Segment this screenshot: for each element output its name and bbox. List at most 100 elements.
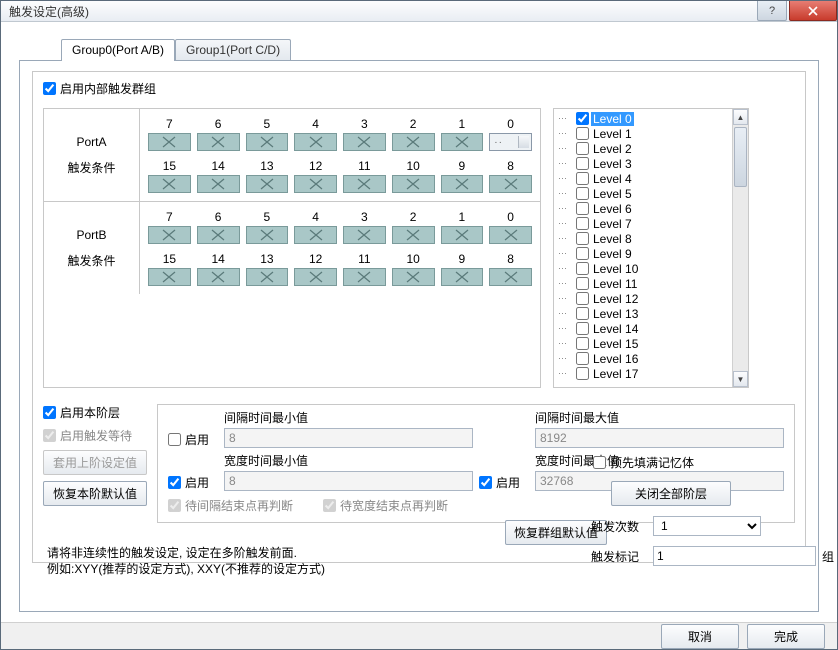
- close-all-levels-button[interactable]: 关闭全部阶层: [611, 481, 731, 506]
- finish-button[interactable]: 完成: [747, 624, 825, 649]
- interval-min-enable-input[interactable]: [168, 433, 181, 446]
- level-label[interactable]: Level 0: [591, 112, 634, 126]
- level-label[interactable]: Level 11: [591, 277, 639, 291]
- level-label[interactable]: Level 6: [591, 202, 634, 216]
- bit-cell[interactable]: [489, 226, 532, 244]
- level-item[interactable]: ⋯Level 14: [556, 321, 730, 336]
- enable-level-checkbox[interactable]: 启用本阶层: [43, 404, 147, 421]
- level-checkbox[interactable]: [576, 292, 589, 305]
- level-checkbox[interactable]: [576, 112, 589, 125]
- level-item[interactable]: ⋯Level 3: [556, 156, 730, 171]
- level-checkbox[interactable]: [576, 262, 589, 275]
- level-item[interactable]: ⋯Level 4: [556, 171, 730, 186]
- bit-cell[interactable]: [197, 226, 240, 244]
- bit-cell[interactable]: [441, 268, 484, 286]
- interval-min-enable[interactable]: 启用: [168, 431, 218, 448]
- level-scrollbar[interactable]: ▲ ▼: [732, 109, 748, 387]
- bit-cell[interactable]: [441, 133, 484, 151]
- interval-min-input[interactable]: [224, 428, 473, 448]
- enable-wait-checkbox[interactable]: 启用触发等待: [43, 427, 147, 444]
- level-item[interactable]: ⋯Level 5: [556, 186, 730, 201]
- level-item[interactable]: ⋯Level 15: [556, 336, 730, 351]
- level-label[interactable]: Level 4: [591, 172, 634, 186]
- level-checkbox[interactable]: [576, 127, 589, 140]
- bit-cell[interactable]: [197, 268, 240, 286]
- bit-cell[interactable]: [197, 133, 240, 151]
- level-checkbox[interactable]: [576, 142, 589, 155]
- help-button[interactable]: ?: [757, 1, 787, 21]
- interval-max-input[interactable]: [535, 428, 784, 448]
- bit-cell[interactable]: [343, 268, 386, 286]
- close-button[interactable]: [789, 1, 837, 21]
- level-label[interactable]: Level 9: [591, 247, 634, 261]
- bit-cell[interactable]: [148, 175, 191, 193]
- bit-cell[interactable]: [197, 175, 240, 193]
- width-max-enable[interactable]: 启用: [479, 474, 529, 491]
- bit-cell[interactable]: [148, 268, 191, 286]
- level-item[interactable]: ⋯Level 7: [556, 216, 730, 231]
- level-label[interactable]: Level 14: [591, 322, 640, 336]
- level-checkbox[interactable]: [576, 187, 589, 200]
- level-checkbox[interactable]: [576, 337, 589, 350]
- level-item[interactable]: ⋯Level 8: [556, 231, 730, 246]
- level-checkbox[interactable]: [576, 352, 589, 365]
- bit-cell[interactable]: [246, 226, 289, 244]
- wait-width-end-checkbox[interactable]: 待宽度结束点再判断: [323, 497, 448, 514]
- bit-cell[interactable]: [489, 268, 532, 286]
- level-label[interactable]: Level 10: [591, 262, 640, 276]
- level-item[interactable]: ⋯Level 9: [556, 246, 730, 261]
- level-checkbox[interactable]: [576, 172, 589, 185]
- prefill-cb-input[interactable]: [593, 456, 606, 469]
- trigger-mark-input[interactable]: [653, 546, 816, 566]
- level-label[interactable]: Level 1: [591, 127, 634, 141]
- level-item[interactable]: ⋯Level 13: [556, 306, 730, 321]
- trigger-count-select[interactable]: 1: [653, 516, 761, 536]
- level-label[interactable]: Level 12: [591, 292, 640, 306]
- level-checkbox[interactable]: [576, 202, 589, 215]
- bit-cell[interactable]: [343, 175, 386, 193]
- bit-cell[interactable]: [294, 133, 337, 151]
- bit-cell[interactable]: [392, 268, 435, 286]
- bit-cell[interactable]: [489, 175, 532, 193]
- level-label[interactable]: Level 7: [591, 217, 634, 231]
- bit-cell[interactable]: [294, 226, 337, 244]
- prefill-checkbox[interactable]: 预先填满记忆体: [593, 454, 787, 471]
- bit-cell[interactable]: [392, 133, 435, 151]
- level-item[interactable]: ⋯Level 10: [556, 261, 730, 276]
- cancel-button[interactable]: 取消: [661, 624, 739, 649]
- level-checkbox[interactable]: [576, 247, 589, 260]
- level-item[interactable]: ⋯Level 2: [556, 141, 730, 156]
- level-item[interactable]: ⋯Level 16: [556, 351, 730, 366]
- level-item[interactable]: ⋯Level 11: [556, 276, 730, 291]
- level-checkbox[interactable]: [576, 322, 589, 335]
- level-checkbox[interactable]: [576, 277, 589, 290]
- width-min-input[interactable]: [224, 471, 473, 491]
- width-min-enable[interactable]: 启用: [168, 474, 218, 491]
- bit-cell[interactable]: [294, 175, 337, 193]
- bit-cell[interactable]: [246, 268, 289, 286]
- scroll-up-button[interactable]: ▲: [733, 109, 748, 125]
- level-checkbox[interactable]: [576, 157, 589, 170]
- bit-cell[interactable]: [246, 133, 289, 151]
- bit-cell[interactable]: [441, 226, 484, 244]
- bit-cell[interactable]: [294, 268, 337, 286]
- level-item[interactable]: ⋯Level 12: [556, 291, 730, 306]
- bit-cell[interactable]: [343, 133, 386, 151]
- scroll-thumb[interactable]: [734, 127, 747, 187]
- level-item[interactable]: ⋯Level 17: [556, 366, 730, 381]
- level-checkbox[interactable]: [576, 232, 589, 245]
- bit-cell[interactable]: [392, 175, 435, 193]
- bit-cell-dropdown[interactable]: ··: [489, 133, 532, 151]
- wait-interval-end-input[interactable]: [168, 499, 181, 512]
- level-checkbox[interactable]: [576, 367, 589, 380]
- level-label[interactable]: Level 2: [591, 142, 634, 156]
- width-min-enable-input[interactable]: [168, 476, 181, 489]
- tab-group1[interactable]: Group1(Port C/D): [175, 39, 291, 61]
- level-label[interactable]: Level 8: [591, 232, 634, 246]
- enable-group-checkbox[interactable]: 启用内部触发群组: [43, 80, 156, 97]
- restore-level-button[interactable]: 恢复本阶默认值: [43, 481, 147, 506]
- scroll-down-button[interactable]: ▼: [733, 371, 748, 387]
- level-label[interactable]: Level 3: [591, 157, 634, 171]
- bit-cell[interactable]: [246, 175, 289, 193]
- bit-cell[interactable]: [392, 226, 435, 244]
